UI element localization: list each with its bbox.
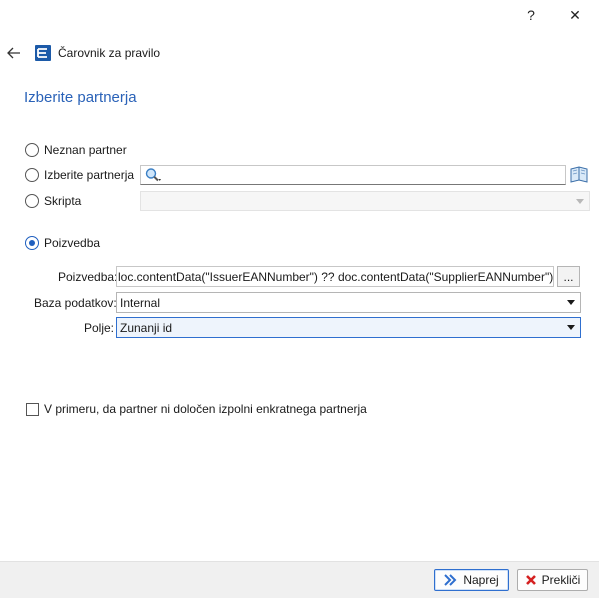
next-button-label: Naprej <box>463 573 499 587</box>
query-browse-button[interactable]: ... <box>557 266 580 287</box>
chevron-down-icon <box>567 300 575 305</box>
database-label: Baza podatkov: <box>34 296 117 310</box>
query-input[interactable]: loc.contentData("IssuerEANNumber") ?? do… <box>116 266 554 287</box>
chevron-down-icon <box>576 199 584 204</box>
radio-select-partner[interactable]: Izberite partnerja <box>25 167 134 183</box>
field-select[interactable]: Zunanji id <box>116 317 581 338</box>
radio-unknown-partner[interactable]: Neznan partner <box>25 142 127 158</box>
radio-button[interactable] <box>25 143 39 157</box>
chevron-down-icon <box>567 325 575 330</box>
wizard-header: Čarovnik za pravilo <box>0 40 599 66</box>
book-icon[interactable] <box>568 165 590 185</box>
field-label: Polje: <box>84 321 115 335</box>
radio-label: Izberite partnerja <box>44 168 135 182</box>
radio-label: Neznan partner <box>44 143 127 157</box>
app-title: Čarovnik za pravilo <box>58 46 161 60</box>
radio-query[interactable]: Poizvedba <box>25 235 100 251</box>
help-button[interactable]: ? <box>509 0 553 30</box>
checkbox-label: V primeru, da partner ni določen izpolni… <box>44 402 367 416</box>
database-value: Internal <box>120 296 161 310</box>
partner-search-input[interactable] <box>140 165 566 185</box>
query-label: Poizvedba: <box>58 270 118 284</box>
arrow-left-icon <box>7 47 20 59</box>
radio-button[interactable] <box>25 168 39 182</box>
wizard-footer: Naprej Prekliči <box>0 561 599 598</box>
magnifier-icon[interactable] <box>144 167 162 183</box>
radio-label: Skripta <box>44 194 82 208</box>
radio-button[interactable] <box>25 194 39 208</box>
cancel-button[interactable]: Prekliči <box>517 569 588 591</box>
fallback-partner-checkbox-row[interactable]: V primeru, da partner ni določen izpolni… <box>26 402 367 416</box>
radio-button[interactable] <box>25 236 39 250</box>
red-x-icon <box>525 574 537 586</box>
double-chevron-right-icon <box>444 574 458 586</box>
back-button[interactable] <box>4 40 24 66</box>
page-title: Izberite partnerja <box>24 89 137 106</box>
app-logo-icon <box>35 45 51 61</box>
close-button[interactable]: ✕ <box>553 0 597 30</box>
title-bar: ? ✕ <box>0 0 599 30</box>
fallback-partner-checkbox[interactable] <box>26 402 39 416</box>
next-button[interactable]: Naprej <box>434 569 509 591</box>
cancel-button-label: Prekliči <box>541 573 581 587</box>
radio-script[interactable]: Skripta <box>25 193 81 209</box>
database-select[interactable]: Internal <box>116 292 581 313</box>
field-value: Zunanji id <box>120 321 173 335</box>
radio-label: Poizvedba <box>44 236 101 250</box>
script-select[interactable] <box>140 191 590 211</box>
